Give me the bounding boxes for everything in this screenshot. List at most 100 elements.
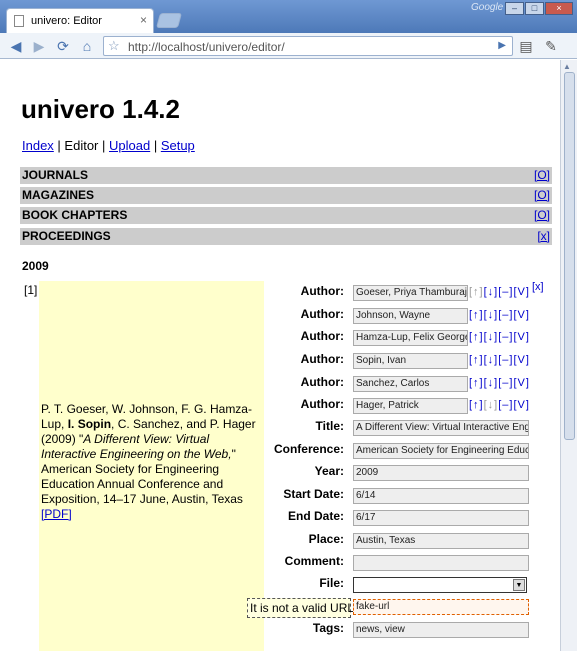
- page-menu-icon[interactable]: ▤: [517, 37, 535, 55]
- category-toggle[interactable]: [O]: [534, 167, 550, 184]
- nav-index-link[interactable]: Index: [22, 138, 54, 153]
- author-field[interactable]: Goeser, Priya Thamburaj: [353, 285, 468, 301]
- remove-author-button[interactable]: [–]: [498, 331, 513, 343]
- close-window-button[interactable]: ×: [545, 2, 573, 15]
- remove-author-button[interactable]: [–]: [498, 399, 513, 411]
- author-actions: [↑][↓][–][V]: [469, 331, 530, 343]
- nav-editor-label: Editor: [64, 138, 99, 153]
- move-up-button[interactable]: [↑]: [469, 354, 484, 366]
- verify-author-button[interactable]: [V]: [513, 331, 529, 343]
- start-date-label: Start Date:: [283, 487, 344, 501]
- move-down-button[interactable]: [↓]: [484, 309, 499, 321]
- author-field[interactable]: Hamza-Lup, Felix George: [353, 330, 468, 346]
- verify-author-button[interactable]: [V]: [513, 309, 529, 321]
- back-arrow-icon[interactable]: ◀: [7, 37, 25, 55]
- author-actions: [↑][↓][–][V]: [469, 399, 530, 411]
- remove-author-button[interactable]: [–]: [498, 354, 513, 366]
- remove-author-button[interactable]: [–]: [498, 309, 513, 321]
- wrench-menu-icon[interactable]: ✎: [542, 37, 560, 55]
- brand-label: Google: [471, 2, 504, 13]
- go-arrow-icon[interactable]: ▶: [498, 37, 506, 55]
- chevron-down-icon[interactable]: ▼: [513, 579, 525, 591]
- browser-tab[interactable]: univero: Editor ×: [6, 8, 154, 33]
- verify-author-button[interactable]: [V]: [513, 377, 529, 389]
- conference-field[interactable]: American Society for Engineering Educati…: [353, 443, 529, 459]
- author-actions: [↑][↓][–][V]: [469, 377, 530, 389]
- scroll-up-icon[interactable]: ▲: [563, 62, 571, 71]
- move-up-button[interactable]: [↑]: [469, 399, 484, 411]
- file-label: File:: [319, 576, 344, 590]
- comment-label: Comment:: [284, 554, 344, 568]
- citation-bold-author: I. Sopin: [67, 417, 112, 431]
- new-tab-button[interactable]: [155, 13, 183, 28]
- author-field[interactable]: Sanchez, Carlos: [353, 376, 468, 392]
- move-down-button[interactable]: [↓]: [484, 331, 499, 343]
- author-label: Author:: [300, 329, 344, 343]
- category-label: JOURNALS: [22, 168, 89, 182]
- page-icon: [14, 15, 24, 27]
- tab-title: univero: Editor: [31, 15, 102, 27]
- pdf-link[interactable]: [PDF]: [41, 507, 72, 521]
- category-journals: JOURNALS [O]: [20, 167, 552, 184]
- comment-field[interactable]: [353, 555, 529, 571]
- citation-preview: P. T. Goeser, W. Johnson, F. G. Hamza-Lu…: [39, 281, 264, 651]
- author-field[interactable]: Johnson, Wayne: [353, 308, 468, 324]
- vertical-scrollbar[interactable]: ▲: [560, 60, 577, 651]
- author-field[interactable]: Hager, Patrick: [353, 398, 468, 414]
- category-toggle[interactable]: [O]: [534, 187, 550, 204]
- author-label: Author:: [300, 375, 344, 389]
- move-up-disabled: [↑]: [469, 286, 484, 298]
- page-title: univero 1.4.2: [21, 94, 180, 124]
- place-label: Place:: [308, 532, 344, 546]
- category-toggle[interactable]: [x]: [537, 228, 550, 245]
- verify-author-button[interactable]: [V]: [513, 354, 529, 366]
- home-icon[interactable]: ⌂: [78, 37, 96, 55]
- address-bar[interactable]: ☆ http://localhost/univero/editor/ ▶: [103, 36, 513, 56]
- nav-upload-link[interactable]: Upload: [109, 138, 150, 153]
- file-select[interactable]: ▼: [353, 577, 527, 593]
- category-magazines: MAGAZINES [O]: [20, 187, 552, 204]
- close-tab-icon[interactable]: ×: [140, 13, 147, 27]
- verify-author-button[interactable]: [V]: [513, 286, 529, 298]
- scrollbar-thumb[interactable]: [564, 72, 575, 440]
- author-label: Author:: [300, 397, 344, 411]
- remove-entry-button[interactable]: [x]: [532, 281, 544, 293]
- nav-setup-link[interactable]: Setup: [161, 138, 195, 153]
- url-field[interactable]: fake-url: [353, 599, 529, 615]
- year-field[interactable]: 2009: [353, 465, 529, 481]
- move-down-button[interactable]: [↓]: [484, 286, 499, 298]
- conference-label: Conference:: [273, 442, 344, 456]
- reload-icon[interactable]: ⟳: [54, 37, 72, 55]
- verify-author-button[interactable]: [V]: [513, 399, 529, 411]
- category-label: BOOK CHAPTERS: [22, 208, 128, 222]
- place-field[interactable]: Austin, Texas: [353, 533, 529, 549]
- bookmark-star-icon[interactable]: ☆: [108, 37, 120, 55]
- move-down-button[interactable]: [↓]: [484, 354, 499, 366]
- author-label: Author:: [300, 284, 344, 298]
- move-down-button[interactable]: [↓]: [484, 377, 499, 389]
- title-label: Title:: [315, 419, 344, 433]
- move-up-button[interactable]: [↑]: [469, 309, 484, 321]
- category-label: MAGAZINES: [22, 188, 94, 202]
- url-text: http://localhost/univero/editor/: [128, 40, 285, 54]
- title-field[interactable]: A Different View: Virtual Interactive En…: [353, 420, 529, 436]
- maximize-button[interactable]: □: [525, 2, 544, 15]
- move-up-button[interactable]: [↑]: [469, 331, 484, 343]
- tags-field[interactable]: news, view: [353, 622, 529, 638]
- forward-arrow-icon[interactable]: ▶: [30, 37, 48, 55]
- category-toggle[interactable]: [O]: [534, 207, 550, 224]
- page-content: univero 1.4.2 Index | Editor | Upload | …: [0, 60, 560, 651]
- start-date-field[interactable]: 6/14: [353, 488, 529, 504]
- remove-author-button[interactable]: [–]: [498, 377, 513, 389]
- nav-links: Index | Editor | Upload | Setup: [22, 138, 195, 153]
- remove-author-button[interactable]: [–]: [498, 286, 513, 298]
- author-actions: [↑][↓][–][V]: [469, 309, 530, 321]
- move-up-button[interactable]: [↑]: [469, 377, 484, 389]
- url-error-tooltip: It is not a valid URL:: [247, 598, 357, 618]
- end-date-field[interactable]: 6/17: [353, 510, 529, 526]
- category-proceedings: PROCEEDINGS [x]: [20, 228, 552, 245]
- minimize-button[interactable]: –: [505, 2, 524, 15]
- author-field[interactable]: Sopin, Ivan: [353, 353, 468, 369]
- tags-label: Tags:: [312, 621, 344, 635]
- category-label: PROCEEDINGS: [22, 229, 111, 243]
